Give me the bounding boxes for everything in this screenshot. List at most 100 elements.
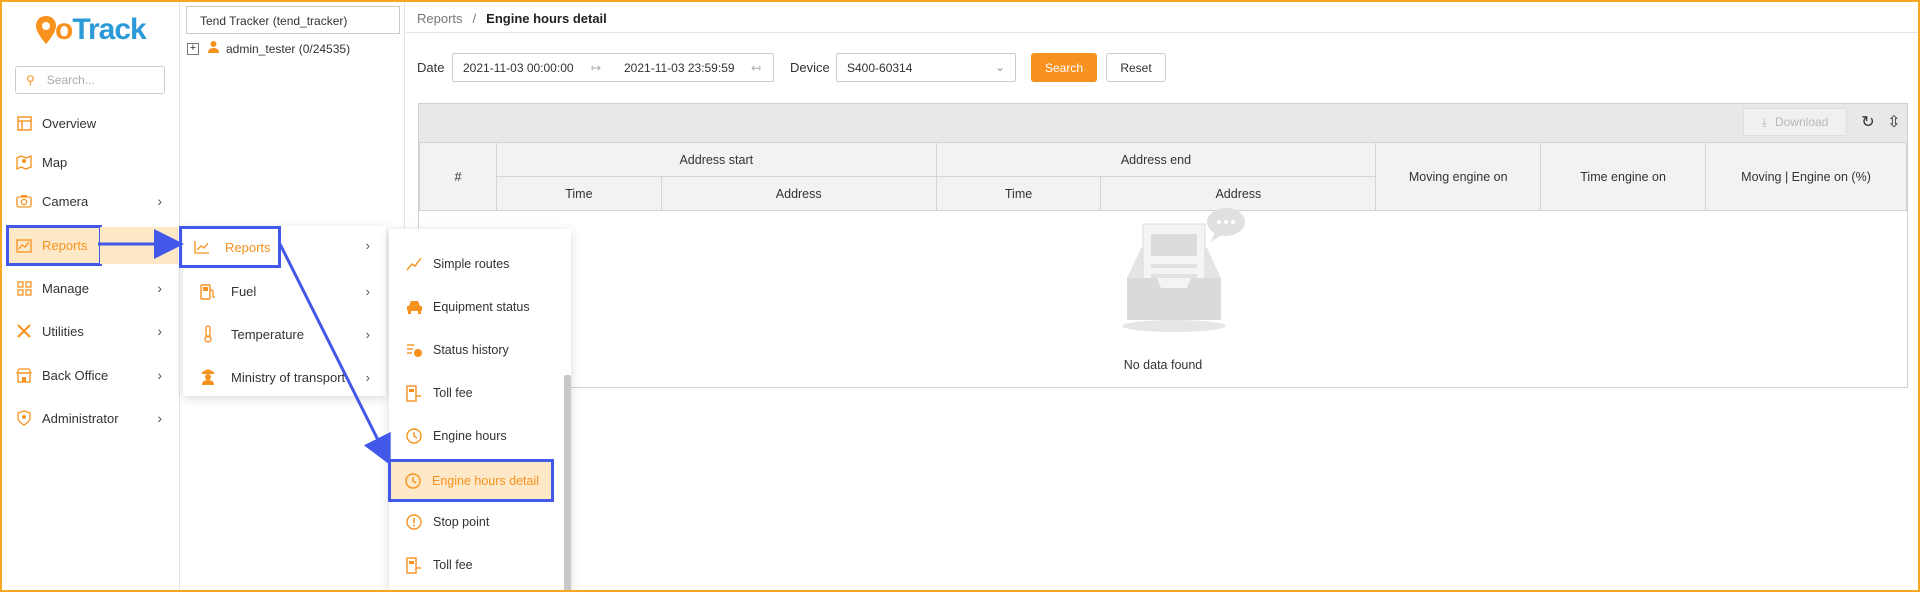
grid-toolbar: ⤓ Download ↻ ⇳ (419, 104, 1907, 142)
submenu-item-label: Temperature (231, 326, 304, 342)
tools-icon (16, 323, 32, 339)
layout-icon (16, 115, 32, 131)
col-time-engine-on: Time engine on (1540, 142, 1707, 211)
reports-submenu: Reports › Fuel › Temperature › Ministry … (179, 226, 386, 397)
sidebar-item-utilities[interactable]: Utilities › (2, 313, 178, 349)
arrow-right-icon: ↦ (591, 60, 602, 75)
date-range-picker[interactable]: 2021-11-03 00:00:00 ↦ 2021-11-03 23:59:5… (452, 53, 774, 82)
submenu-item-label: Toll fee (433, 386, 473, 400)
sidebar-item-back-office[interactable]: Back Office › (2, 357, 178, 393)
breadcrumb-parent[interactable]: Reports (417, 11, 463, 26)
chevron-right-icon: › (157, 367, 162, 383)
sidebar-item-label: Camera (42, 193, 89, 209)
clock-icon (404, 472, 422, 490)
col-index-header: # (419, 142, 497, 211)
col-end-time: Time (935, 176, 1102, 211)
chart-icon (16, 238, 32, 254)
submenu-item-label: Fuel (231, 283, 257, 299)
submenu-item-stop-point[interactable]: Stop point (389, 502, 564, 542)
shield-icon (16, 410, 32, 426)
sidebar-item-overview[interactable]: Overview (2, 105, 178, 141)
header-divider (406, 32, 1918, 33)
report-table: # Address start Address end Moving engin… (419, 142, 1907, 211)
column-height-icon[interactable]: ⇳ (1885, 113, 1903, 131)
sidebar-item-camera[interactable]: Camera › (2, 183, 178, 219)
col-start-time: Time (495, 176, 662, 211)
breadcrumb-separator: / (472, 11, 477, 26)
submenu-item-status-history[interactable]: Status history (389, 330, 564, 370)
clock-icon (405, 427, 423, 445)
chevron-right-icon: › (365, 326, 370, 342)
main-content: Reports / Engine hours detail Date 2021-… (406, 2, 1918, 590)
reset-button[interactable]: Reset (1106, 53, 1166, 82)
sidebar-item-label: Utilities (42, 323, 84, 339)
route-icon (405, 255, 423, 273)
col-moving-engine-on: Moving engine on (1375, 142, 1542, 211)
device-select[interactable]: S400-60314 ⌄ (836, 53, 1016, 82)
car-icon (405, 298, 423, 316)
tracker-select[interactable]: Tend Tracker (tend_tracker) (186, 6, 400, 34)
tree-node[interactable]: + admin_tester (0/24535) (187, 40, 350, 57)
sidebar: GooTrack ⚲ Search... Overview Map Camera… (2, 2, 180, 590)
store-icon (16, 367, 32, 383)
sidebar-item-label: Back Office (42, 367, 109, 383)
submenu-item-fuel[interactable]: Fuel › (183, 271, 386, 311)
download-icon: ⤓ (1761, 114, 1767, 129)
download-button[interactable]: ⤓ Download (1743, 108, 1847, 136)
submenu-item-reports[interactable]: Reports (179, 226, 281, 268)
history-icon (405, 341, 423, 359)
device-label: Device (790, 60, 830, 75)
arrow-left-icon: ↤ (751, 60, 762, 75)
submenu-item-label: Stop point (433, 515, 490, 529)
chevron-right-icon: › (157, 410, 162, 426)
date-start-input[interactable]: 2021-11-03 00:00:00 (463, 61, 574, 75)
sidebar-item-label: Overview (42, 115, 97, 131)
submenu-item-toll-fee[interactable]: Toll fee (389, 545, 564, 585)
search-button[interactable]: Search (1031, 53, 1097, 82)
col-start-address: Address (660, 176, 937, 211)
sidebar-item-label: Map (42, 154, 68, 170)
chevron-right-icon: › (365, 238, 370, 253)
sidebar-item-label: Reports (42, 238, 88, 253)
submenu-item-simple-routes[interactable]: Simple routes (389, 244, 564, 284)
date-label: Date (417, 60, 445, 75)
empty-state-text: No data found (1123, 358, 1203, 372)
chevron-right-icon: › (157, 280, 162, 296)
chevron-down-icon: ⌄ (994, 60, 1005, 74)
expand-icon[interactable]: + (187, 42, 199, 55)
officer-icon (199, 368, 217, 386)
date-end-input[interactable]: 2021-11-03 23:59:59 (624, 61, 735, 75)
submenu-item-toll-fee[interactable]: Toll fee (389, 373, 564, 413)
submenu-scrollbar[interactable] (564, 375, 571, 592)
sidebar-active-bg (100, 227, 178, 264)
submenu-item-ministry-of-transport[interactable]: Ministry of transport › (183, 357, 386, 397)
col-end-address: Address (1100, 176, 1377, 211)
sidebar-item-reports[interactable]: Reports (6, 225, 102, 266)
submenu-item-engine-hours-detail[interactable]: Engine hours detail (388, 459, 554, 502)
submenu-item-label: Engine hours (433, 429, 507, 443)
sidebar-item-map[interactable]: Map (2, 144, 178, 180)
submenu-item-equipment-status[interactable]: Equipment status (389, 287, 564, 327)
chevron-right-icon: › (365, 283, 370, 299)
sidebar-search-input[interactable]: ⚲ Search... (15, 66, 165, 94)
col-moving-engine-percent: Moving | Engine on (%) (1705, 142, 1907, 211)
submenu-item-engine-hours[interactable]: Engine hours (389, 416, 564, 456)
data-grid: ⤓ Download ↻ ⇳ # Address start Address e… (418, 103, 1908, 388)
submenu-item-label: Ministry of transport (231, 369, 346, 385)
grid-icon (16, 280, 32, 296)
submenu-item-label: Status history (433, 343, 509, 357)
submenu-item-temperature[interactable]: Temperature › (183, 314, 386, 354)
logo-text: GooTrack (55, 13, 147, 46)
col-group-address-start: Address start (495, 142, 937, 177)
camera-icon (16, 193, 32, 209)
sidebar-item-manage[interactable]: Manage › (2, 270, 178, 306)
logo[interactable]: GooTrack (35, 10, 147, 50)
submenu-item-label: Simple routes (433, 257, 510, 271)
logo-pin-icon (36, 16, 56, 44)
empty-inbox-icon (1122, 208, 1245, 332)
sidebar-item-label: Administrator (42, 410, 119, 426)
refresh-icon[interactable]: ↻ (1859, 113, 1877, 131)
sidebar-item-administrator[interactable]: Administrator › (2, 400, 178, 436)
alert-icon (405, 513, 423, 531)
submenu-item-label: Reports (225, 239, 271, 255)
